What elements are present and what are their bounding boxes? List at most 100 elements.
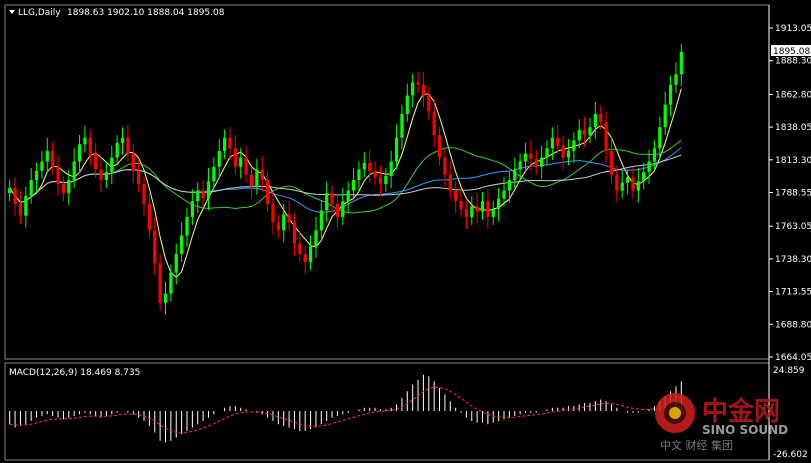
candle-body [497,198,501,210]
candle-body [368,162,372,171]
candle-body [228,137,232,149]
candle-body [378,177,383,184]
candle-body [287,214,291,223]
candle-body [13,187,17,204]
candle-body [416,82,420,85]
candle-body [94,153,98,170]
candle-body [572,140,576,151]
candle-body [56,166,60,184]
candle-body [314,230,318,247]
candle-body [45,150,49,162]
candle-body [405,95,409,114]
candle-body [550,137,554,149]
candle-body [239,157,243,167]
candle-body [577,129,581,141]
candle-body [394,137,399,162]
price-tick-label: 1888.30 [775,57,811,67]
candle-body [658,127,662,149]
candle-body [491,209,495,218]
candle-body [454,190,458,202]
candle-body [604,121,608,151]
candle-body [282,214,286,231]
price-tick-label: 1838.05 [775,123,811,133]
candle-body [507,180,511,191]
price-tick-label: 1862.80 [775,90,811,100]
price-tick-label: 1713.55 [775,288,811,298]
candle-body [486,201,490,218]
candle-body [341,201,345,218]
candle-body [255,169,259,187]
candle-body [674,74,678,85]
candle-body [196,190,200,202]
candle-body [110,157,114,173]
candle-body [432,111,436,136]
candle-body [308,246,313,262]
candle-body [475,206,479,212]
candle-body [427,95,431,112]
candle-body [24,195,28,216]
candle-body [513,169,517,181]
candle-body [652,148,657,162]
candle-body [137,170,141,184]
candle-body [362,162,366,170]
candle-body [346,190,350,202]
candle-body [668,84,673,105]
candle-body [298,243,302,255]
candle-body [561,145,565,158]
macd-label: MACD(12,26,9) 18.469 8.735 [9,368,140,378]
candle-body [158,263,162,303]
candle-body [83,137,87,145]
candle-body [72,161,76,181]
candle-body [518,161,522,170]
candle-body [335,203,340,218]
chart-background [0,0,811,463]
candle-body [351,180,356,191]
candle-body [502,190,506,199]
candle-body [448,174,452,191]
candle-body [625,177,630,183]
candle-body [18,203,23,216]
candle-body [464,209,469,218]
candle-body [61,183,66,194]
candle-body [206,181,211,199]
candle-body [174,254,178,273]
candle-body [443,157,447,175]
candle-body [147,203,151,231]
candle-body [8,187,12,194]
candle-body [29,180,33,196]
candle-body [609,150,614,175]
symbol-label: LLG,Daily [18,8,61,18]
candle-body [636,181,640,191]
candle-body [67,180,71,194]
candle-body [593,113,597,128]
candle-body [265,180,270,204]
candle-body [126,137,130,154]
chart-canvas: LLG,Daily 1898.63 1902.10 1888.04 1895.0… [0,0,811,463]
candle-body [642,172,646,182]
candle-body [384,176,388,184]
candle-body [88,137,92,154]
candle-body [357,169,361,181]
price-tick-label: 1664.05 [775,353,811,363]
candle-body [480,201,485,212]
candle-body [131,153,135,171]
candle-body [233,148,237,167]
candle-body [180,235,184,255]
price-tick-label: 1763.05 [775,222,811,232]
candle-body [588,127,592,136]
candle-body [631,177,635,191]
candle-body [120,137,125,144]
candle-body [545,148,549,158]
candle-body [615,174,619,191]
candle-body [582,129,587,136]
candle-body [276,222,280,231]
price-tick-label: 1913.05 [775,24,811,34]
candle-body [185,217,189,236]
macd-top-label: 24.859 [773,366,805,376]
candle-body [529,153,533,159]
candle-body [190,201,194,218]
candle-body [163,293,168,303]
macd-bottom-label: -26.602 [773,450,808,460]
candle-body [40,161,44,171]
candle-body [169,272,173,294]
